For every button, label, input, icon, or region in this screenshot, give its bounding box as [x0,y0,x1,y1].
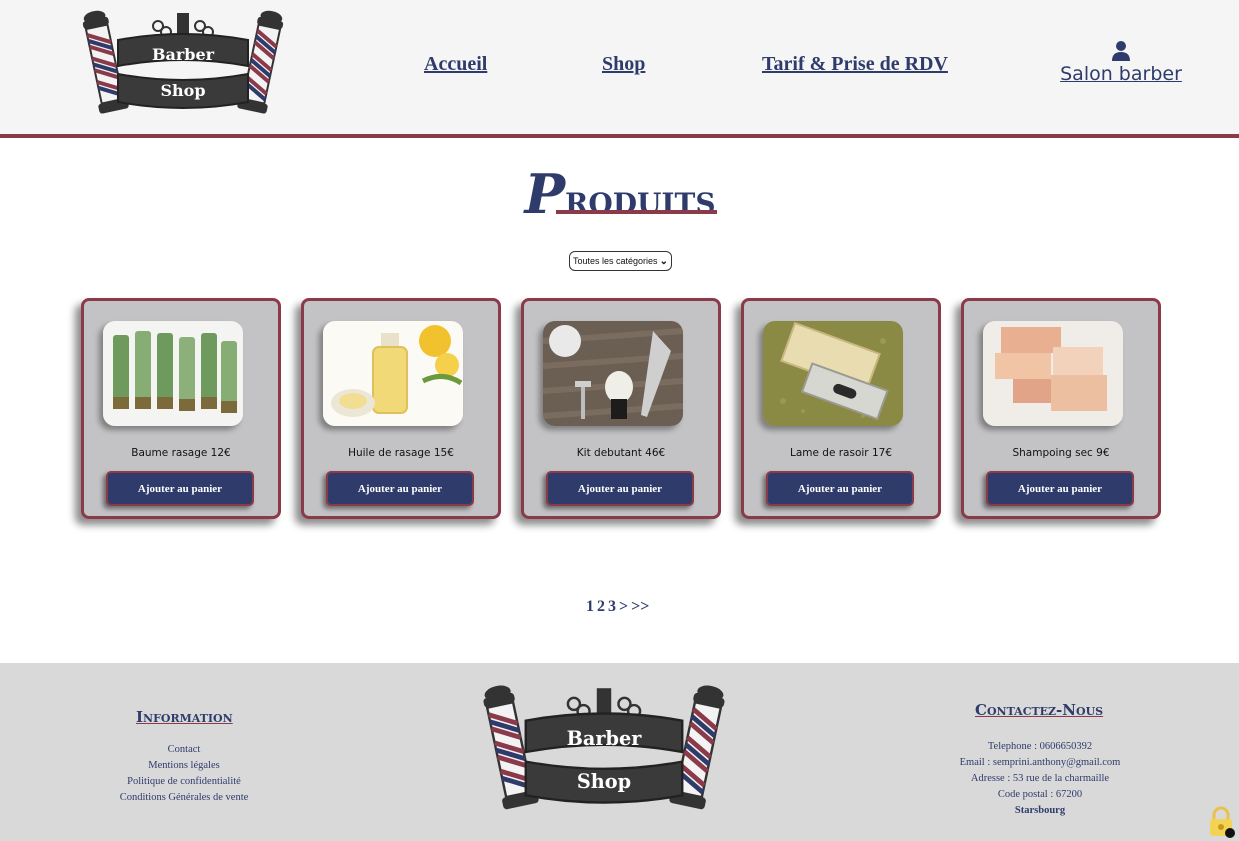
chevron-down-icon: ⌄ [659,255,668,267]
category-filter-select[interactable]: Toutes les catégories ⌄ [569,251,672,271]
footer-link-cgv[interactable]: Conditions Générales de vente [104,790,264,806]
product-name: Shampoing sec 9€ [1012,447,1110,459]
footer-info-title: Information [136,708,233,726]
site-header: Barber Shop Accueil Shop Tarif & Prise d… [0,0,1239,134]
category-filter-value: Toutes les catégories [573,256,658,266]
account-link[interactable]: Salon barber [1058,40,1184,90]
product-image-green-tubes[interactable] [103,321,243,426]
contact-postal-code: Code postal : 67200 [997,789,1083,800]
barber-shop-logo[interactable]: Barber Shop [70,10,296,122]
page-3-link[interactable]: 3 [608,598,616,615]
account-label: Salon barber [1060,63,1182,85]
product-name: Kit debutant 46€ [576,447,666,459]
product-grid: Baume rasage 12€ Ajouter au panier Huile… [81,298,1162,520]
contact-address: Adresse : 53 rue de la charmaille [970,773,1110,784]
contact-phone: Telephone : 0606650392 [987,741,1093,752]
product-card: Lame de rasoir 17€ Ajouter au panier [741,298,941,519]
product-card: Baume rasage 12€ Ajouter au panier [81,298,281,519]
svg-text:Shop: Shop [160,81,205,100]
soap-bars-image-icon [983,321,1123,426]
page-title: Produits [520,162,720,226]
footer-link-contact[interactable]: Contact [104,742,264,758]
product-image-oil-bottle[interactable] [323,321,463,426]
add-to-cart-button[interactable]: Ajouter au panier [766,471,914,506]
pagination: 1 2 3 > >> [586,598,666,616]
title-underline [556,210,717,214]
add-to-cart-button[interactable]: Ajouter au panier [326,471,474,506]
nav-tarif-rdv[interactable]: Tarif & Prise de RDV [762,53,948,76]
last-page-link[interactable]: >> [631,598,649,615]
product-name: Lame de rasoir 17€ [789,447,893,459]
nav-shop[interactable]: Shop [602,53,645,76]
header-divider [0,134,1239,138]
product-card: Kit debutant 46€ Ajouter au panier [521,298,721,519]
contact-email: Email : semprini.anthony@gmail.com [959,757,1121,768]
footer-link-mentions-legales[interactable]: Mentions légales [104,758,264,774]
product-image-soap-bars[interactable] [983,321,1123,426]
razor-blade-image-icon [763,321,903,426]
contact-city: Starsbourg [1014,805,1066,816]
oil-bottle-image-icon [323,321,463,426]
add-to-cart-button[interactable]: Ajouter au panier [106,471,254,506]
svg-text:Shop: Shop [577,770,631,793]
product-image-shaving-kit[interactable] [543,321,683,426]
footer-barber-shop-logo[interactable]: Barber Shop [468,684,740,820]
product-card: Huile de rasage 15€ Ajouter au panier [301,298,501,519]
add-to-cart-button[interactable]: Ajouter au panier [546,471,694,506]
balm-tubes-image-icon [103,321,243,426]
product-name: Baume rasage 12€ [131,447,231,459]
nav-accueil[interactable]: Accueil [424,53,487,76]
barber-pole-logo-icon: Barber Shop [483,685,725,810]
footer-link-privacy[interactable]: Politique de confidentialité [104,774,264,790]
barber-pole-logo-icon: Barber Shop [82,10,284,114]
footer-contact-title: Contactez-Nous [975,701,1104,719]
svg-text:Barber: Barber [567,727,643,750]
user-icon [1112,41,1130,61]
next-page-link[interactable]: > [619,598,628,615]
product-name: Huile de rasage 15€ [348,447,454,459]
footer-info-links: Contact Mentions légales Politique de co… [104,742,264,806]
footer-contact-lines: Telephone : 0606650392 Email : semprini.… [940,739,1140,819]
lock-badge-icon[interactable] [1206,806,1236,838]
product-image-razor-blade[interactable] [763,321,903,426]
add-to-cart-button[interactable]: Ajouter au panier [986,471,1134,506]
product-card: Shampoing sec 9€ Ajouter au panier [961,298,1161,519]
page-2-link[interactable]: 2 [597,598,605,615]
shaving-kit-image-icon [543,321,683,426]
page-1-link[interactable]: 1 [586,598,594,615]
page-title-rest: roduits [565,176,716,223]
svg-text:Barber: Barber [152,45,215,64]
page-title-initial: P [524,162,566,226]
